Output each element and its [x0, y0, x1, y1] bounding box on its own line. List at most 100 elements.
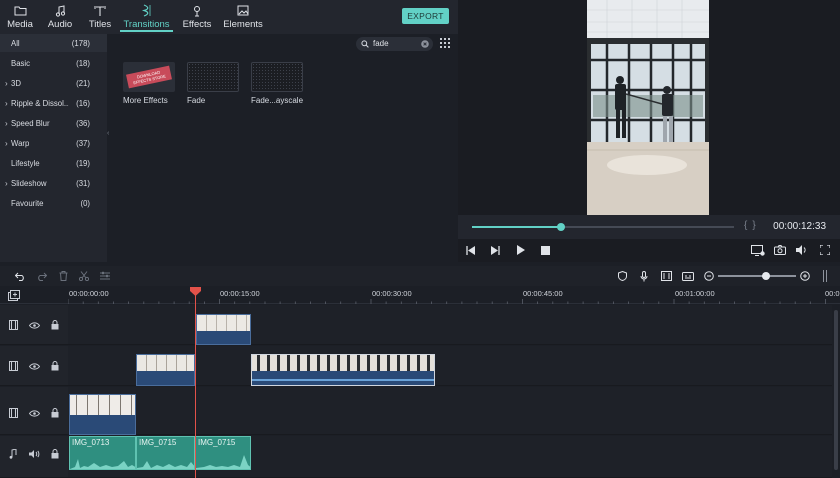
more-effects-thumbnail[interactable]: DOWNLOAD EFFECTS STORE: [123, 62, 175, 92]
category-label: 3D: [11, 78, 21, 88]
fullscreen-button[interactable]: [818, 243, 832, 257]
audio-clip[interactable]: IMG_0713: [69, 436, 136, 470]
chevron-right-icon[interactable]: ›: [5, 179, 8, 188]
preview-progress-handle[interactable]: [557, 223, 566, 231]
audio-waveform: [196, 455, 250, 469]
delete-button[interactable]: [56, 269, 70, 283]
undo-icon: [14, 272, 24, 281]
undo-button[interactable]: [13, 269, 27, 283]
tab-titles[interactable]: Titles: [87, 0, 113, 32]
tab-label: Effects: [182, 19, 212, 30]
video-clip-selected[interactable]: [251, 354, 435, 386]
search-input[interactable]: [373, 39, 418, 48]
category-item-3d[interactable]: › 3D (21): [0, 74, 107, 92]
tab-label: Transitions: [123, 19, 170, 30]
snapshot-button[interactable]: [773, 243, 787, 257]
video-clip[interactable]: [196, 314, 251, 345]
category-item-favourite[interactable]: Favourite (0): [0, 194, 107, 212]
lock-icon[interactable]: [49, 407, 61, 419]
video-track-icon: [7, 360, 19, 372]
play-button[interactable]: [513, 243, 527, 257]
ruler-time-label: 00:0: [825, 289, 840, 298]
chevron-right-icon[interactable]: ›: [5, 79, 8, 88]
ruler-time-label: 00:00:30:00: [372, 289, 412, 298]
tab-audio[interactable]: Audio: [47, 0, 73, 32]
export-button[interactable]: EXPORT: [402, 8, 449, 24]
eye-icon[interactable]: [28, 319, 40, 331]
camera-icon: [774, 245, 786, 255]
timeline-ruler[interactable]: 00:00:00:00 00:00:15:00 00:00:30:00 00:0…: [0, 286, 840, 304]
effects-icon: [191, 3, 203, 18]
grid-view-icon[interactable]: [440, 38, 450, 48]
mixer-button[interactable]: [659, 269, 673, 283]
redo-button[interactable]: [34, 269, 48, 283]
cut-button[interactable]: [77, 269, 91, 283]
timeline-vertical-scrollbar[interactable]: [832, 304, 840, 478]
clip-filmstrip: [137, 355, 194, 371]
playhead-marker[interactable]: [190, 287, 201, 296]
mark-in-out-icon[interactable]: {}: [744, 220, 761, 231]
music-note-icon: [7, 448, 19, 460]
chevron-right-icon[interactable]: ›: [5, 99, 8, 108]
eye-icon[interactable]: [28, 407, 40, 419]
zoom-in-button[interactable]: [798, 269, 812, 283]
video-clip[interactable]: [69, 394, 136, 435]
audio-clip[interactable]: IMG_0715: [195, 436, 251, 470]
voiceover-button[interactable]: [637, 269, 651, 283]
clip-filmstrip: [70, 395, 135, 415]
video-clip[interactable]: [136, 354, 195, 386]
chevron-right-icon[interactable]: ›: [5, 119, 8, 128]
next-frame-button[interactable]: [488, 243, 502, 257]
category-item-slideshow[interactable]: › Slideshow (31): [0, 174, 107, 192]
library-item-more-effects[interactable]: DOWNLOAD EFFECTS STORE More Effects: [123, 62, 179, 105]
category-item-speed-blur[interactable]: › Speed Blur (36): [0, 114, 107, 132]
chevron-right-icon[interactable]: ›: [5, 139, 8, 148]
previous-frame-button[interactable]: [463, 243, 477, 257]
library-item-fade[interactable]: Fade: [187, 62, 243, 105]
step-forward-icon: [490, 245, 500, 255]
category-item-all[interactable]: All (178): [0, 34, 107, 52]
category-label: Slideshow: [11, 178, 47, 188]
lock-icon[interactable]: [49, 360, 61, 372]
library-item-fade-grayscale[interactable]: Fade...ayscale: [251, 62, 307, 105]
tab-elements[interactable]: Elements: [223, 0, 263, 32]
fade-grayscale-thumbnail[interactable]: [251, 62, 303, 92]
clear-search-icon[interactable]: [421, 40, 429, 48]
tab-media[interactable]: Media: [6, 0, 34, 32]
preview-progress-track[interactable]: [472, 223, 734, 231]
stop-icon: [540, 245, 550, 255]
audio-clip-name: IMG_0715: [198, 438, 236, 447]
timeline-zoom-slider[interactable]: [718, 272, 796, 280]
category-item-lifestyle[interactable]: Lifestyle (19): [0, 154, 107, 172]
lock-icon[interactable]: [49, 448, 61, 460]
volume-button[interactable]: [795, 243, 809, 257]
scrollbar-thumb[interactable]: [834, 310, 838, 470]
render-button[interactable]: [615, 269, 629, 283]
category-item-basic[interactable]: Basic (18): [0, 54, 107, 72]
speaker-icon[interactable]: [28, 448, 40, 460]
add-track-button[interactable]: [8, 289, 20, 301]
category-item-ripple-dissolve[interactable]: › Ripple & Dissol... (16): [0, 94, 107, 112]
audio-clip[interactable]: IMG_0715: [136, 436, 195, 470]
track-header-audio: [0, 436, 68, 478]
subtitle-button[interactable]: [681, 269, 695, 283]
adjust-button[interactable]: [98, 269, 112, 283]
timeline-resize-handle[interactable]: [818, 269, 832, 283]
search-field[interactable]: [356, 37, 433, 51]
tab-transitions[interactable]: Transitions: [120, 0, 173, 32]
video-track-icon: [7, 319, 19, 331]
zoom-slider-handle[interactable]: [762, 272, 771, 280]
category-label: Basic: [11, 58, 31, 68]
music-note-icon: [55, 3, 66, 18]
zoom-out-button[interactable]: [702, 269, 716, 283]
fade-thumbnail[interactable]: [187, 62, 239, 92]
category-item-warp[interactable]: › Warp (37): [0, 134, 107, 152]
tab-label: Titles: [88, 19, 112, 30]
audio-clip-name: IMG_0713: [72, 438, 110, 447]
stop-button[interactable]: [538, 243, 552, 257]
eye-icon[interactable]: [28, 360, 40, 372]
display-settings-button[interactable]: [751, 243, 765, 257]
lock-icon[interactable]: [49, 319, 61, 331]
track-video-3: [68, 305, 832, 345]
tab-effects[interactable]: Effects: [182, 0, 212, 32]
